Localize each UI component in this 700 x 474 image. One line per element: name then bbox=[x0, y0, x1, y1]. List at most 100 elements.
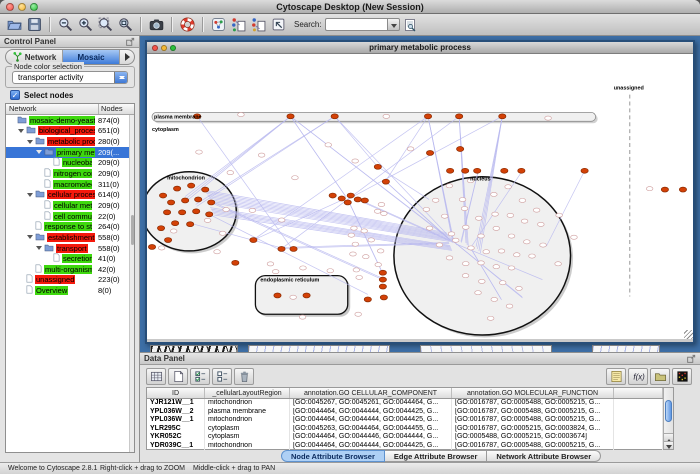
network-node-unselected[interactable] bbox=[461, 206, 468, 210]
background-network-window[interactable] bbox=[248, 345, 390, 352]
network-node-unselected[interactable] bbox=[462, 225, 469, 229]
network-node-unselected[interactable] bbox=[529, 254, 536, 258]
tree-row-overview[interactable]: Overview8(0) bbox=[6, 285, 134, 296]
network-node-selected[interactable] bbox=[202, 187, 209, 192]
network-node-unselected[interactable] bbox=[571, 235, 578, 239]
tree-row-cellular-metabo[interactable]: cellular metabo209(0) bbox=[6, 200, 134, 211]
network-node-unselected[interactable] bbox=[267, 262, 274, 266]
import-attributes-button[interactable] bbox=[650, 368, 670, 385]
network-node-unselected[interactable] bbox=[407, 147, 414, 151]
tab-network-attribute-browser[interactable]: Network Attribute Browser bbox=[487, 450, 601, 462]
network-node-unselected[interactable] bbox=[508, 266, 515, 270]
network-node-unselected[interactable] bbox=[478, 234, 485, 238]
tree-row-multi-organism-pro[interactable]: multi-organism pro42(0) bbox=[6, 264, 134, 275]
network-node-unselected[interactable] bbox=[533, 208, 540, 212]
network-node-unselected[interactable] bbox=[327, 269, 334, 273]
network-node-unselected[interactable] bbox=[432, 198, 439, 202]
tree-row-cellular-process[interactable]: cellular process614(0) bbox=[6, 189, 134, 200]
network-node-unselected[interactable] bbox=[258, 153, 265, 157]
network-node-unselected[interactable] bbox=[352, 242, 359, 246]
network-node-unselected[interactable] bbox=[487, 316, 494, 320]
network-node-selected[interactable] bbox=[446, 168, 453, 173]
network-node-unselected[interactable] bbox=[540, 243, 547, 247]
network-node-unselected[interactable] bbox=[446, 184, 453, 188]
table-row-YJR121W__1[interactable]: YJR121W__1mitochondrion[GO:0045267, GO:0… bbox=[147, 399, 673, 408]
resize-grip-icon[interactable] bbox=[684, 330, 693, 339]
advanced-search-button[interactable] bbox=[400, 15, 420, 34]
network-node-unselected[interactable] bbox=[507, 213, 514, 217]
network-node-selected[interactable] bbox=[661, 187, 668, 192]
network-node-unselected[interactable] bbox=[227, 171, 234, 175]
network-node-selected[interactable] bbox=[167, 200, 174, 205]
network-node-selected[interactable] bbox=[173, 186, 180, 191]
network-node-unselected[interactable] bbox=[353, 268, 360, 272]
network-node-unselected[interactable] bbox=[223, 207, 230, 211]
search-dropdown-arrow-icon[interactable] bbox=[387, 18, 400, 31]
network-node-selected[interactable] bbox=[581, 168, 588, 173]
table-scrollbar[interactable] bbox=[663, 388, 673, 449]
network-node-unselected[interactable] bbox=[362, 255, 369, 259]
network-node-selected[interactable] bbox=[193, 209, 200, 214]
network-node-unselected[interactable] bbox=[545, 116, 552, 120]
network-view-titlebar[interactable]: primary metabolic process bbox=[147, 42, 693, 54]
float-panel-icon[interactable] bbox=[126, 37, 135, 46]
delete-attribute-button[interactable] bbox=[234, 368, 254, 385]
network-node-selected[interactable] bbox=[379, 284, 386, 289]
network-node-unselected[interactable] bbox=[204, 218, 211, 222]
network-node-unselected[interactable] bbox=[462, 262, 469, 266]
network-node-selected[interactable] bbox=[163, 210, 170, 215]
zoom-out-button[interactable] bbox=[55, 15, 75, 34]
tree-expand-icon[interactable] bbox=[18, 129, 24, 136]
network-node-selected[interactable] bbox=[379, 270, 386, 275]
table-row-YLR295C[interactable]: YLR295Ccytoplasm[GO:0045263, GO:0044464,… bbox=[147, 425, 673, 434]
network-node-unselected[interactable] bbox=[483, 250, 490, 254]
tree-row-cell-communicat[interactable]: cell communicat22(0) bbox=[6, 211, 134, 222]
network-node-unselected[interactable] bbox=[158, 246, 165, 250]
network-node-unselected[interactable] bbox=[423, 207, 430, 211]
network-node-unselected[interactable] bbox=[441, 214, 448, 218]
network-node-selected[interactable] bbox=[187, 222, 194, 227]
network-node-selected[interactable] bbox=[354, 197, 361, 202]
import-edges-button[interactable] bbox=[248, 15, 268, 34]
network-node-unselected[interactable] bbox=[381, 211, 388, 215]
network-node-selected[interactable] bbox=[344, 200, 351, 205]
tree-row-primary-metabo[interactable]: primary metabo209(... bbox=[6, 147, 134, 158]
network-node-selected[interactable] bbox=[499, 114, 506, 119]
network-node-unselected[interactable] bbox=[493, 265, 500, 269]
tree-row-secretion[interactable]: secretion41(0) bbox=[6, 253, 134, 264]
column-header-annotation.GO MOLECULAR_FUNCTION[interactable]: annotation.GO MOLECULAR_FUNCTION bbox=[452, 388, 614, 398]
network-node-selected[interactable] bbox=[232, 260, 239, 265]
network-node-unselected[interactable] bbox=[196, 150, 203, 154]
background-network-window[interactable] bbox=[150, 345, 238, 352]
tree-expand-icon[interactable] bbox=[36, 246, 42, 253]
network-node-unselected[interactable] bbox=[299, 315, 306, 319]
network-node-unselected[interactable] bbox=[352, 159, 359, 163]
network-canvas[interactable]: plasma membranecytoplasmmitochondrionnuc… bbox=[147, 54, 693, 339]
network-node-unselected[interactable] bbox=[374, 209, 381, 213]
network-node-unselected[interactable] bbox=[468, 246, 475, 250]
network-node-unselected[interactable] bbox=[475, 291, 482, 295]
column-header-annotation.GO CELLULAR_COMPONENT[interactable]: annotation.GO CELLULAR_COMPONENT bbox=[290, 388, 452, 398]
network-node-unselected[interactable] bbox=[214, 250, 221, 254]
tab-node-attribute-browser[interactable]: Node Attribute Browser bbox=[281, 450, 385, 462]
table-row-YPL036W__1[interactable]: YPL036W__1mitochondrion[GO:0044464, GO:0… bbox=[147, 416, 673, 425]
network-node-selected[interactable] bbox=[290, 246, 297, 251]
tree-row-metabolic-process[interactable]: metabolic process280(0) bbox=[6, 136, 134, 147]
table-row-YKR052C[interactable]: YKR052Ccytoplasm[GO:0044464, GO:0044446,… bbox=[147, 433, 673, 442]
scrollbar-thumb[interactable] bbox=[665, 400, 672, 422]
tree-row-establishment-of-lo[interactable]: establishment of lo558(0) bbox=[6, 232, 134, 243]
network-node-unselected[interactable] bbox=[493, 226, 500, 230]
network-node-selected[interactable] bbox=[501, 168, 508, 173]
network-node-unselected[interactable] bbox=[491, 297, 498, 301]
network-node-selected[interactable] bbox=[462, 168, 469, 173]
network-node-selected[interactable] bbox=[303, 293, 310, 298]
network-node-unselected[interactable] bbox=[446, 256, 453, 260]
unselect-attributes-button[interactable] bbox=[212, 368, 232, 385]
network-node-unselected[interactable] bbox=[238, 112, 245, 116]
network-node-unselected[interactable] bbox=[278, 218, 285, 222]
tree-expand-icon[interactable] bbox=[27, 235, 33, 242]
network-node-selected[interactable] bbox=[159, 193, 166, 198]
network-node-selected[interactable] bbox=[274, 293, 281, 298]
tree-row-nitrogen-compo[interactable]: nitrogen compo209(0) bbox=[6, 168, 134, 179]
network-node-unselected[interactable] bbox=[513, 253, 520, 257]
